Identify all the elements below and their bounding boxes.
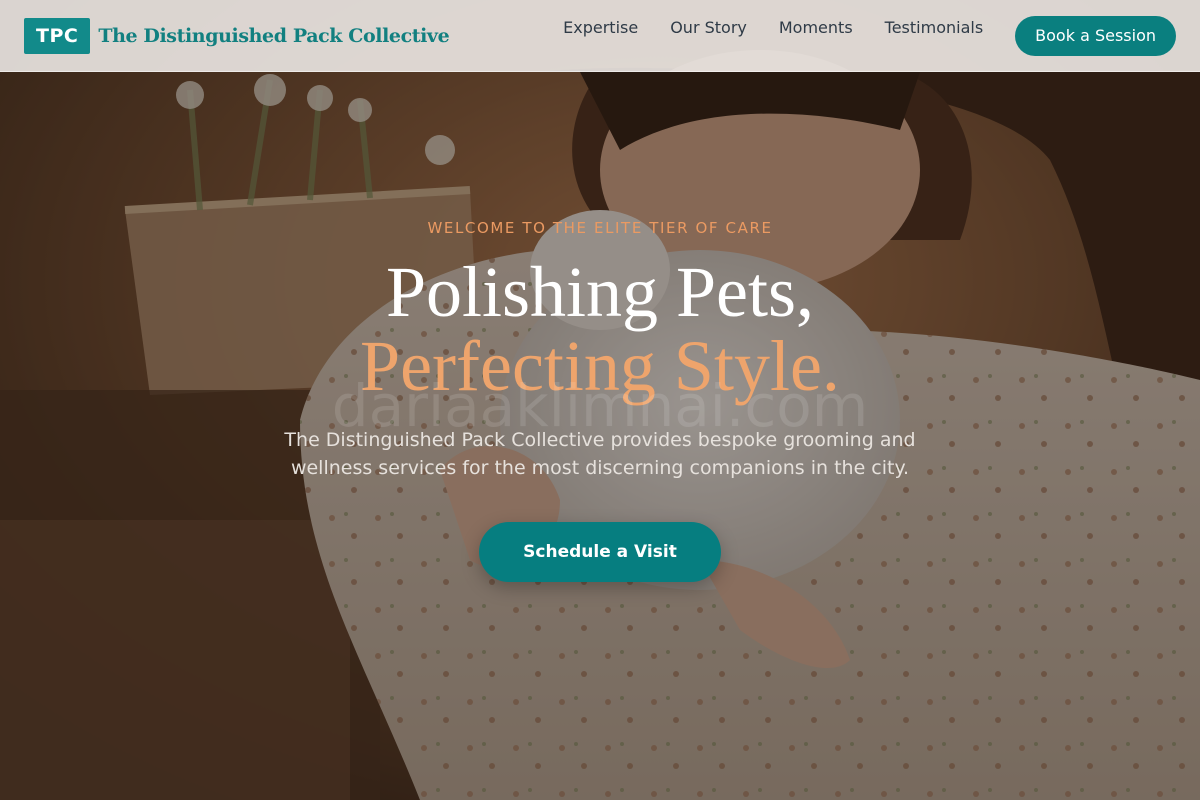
hero-description: The Distinguished Pack Collective provid… [284, 429, 916, 479]
brand-logo-link[interactable]: TPC The Distinguished Pack Collective [24, 17, 450, 54]
hero-eyebrow: WELCOME TO THE ELITE TIER OF CARE [427, 219, 773, 237]
nav-link-testimonials[interactable]: Testimonials [885, 18, 984, 37]
main-nav: Expertise Our Story Moments Testimonials [563, 18, 983, 37]
nav-link-our-story[interactable]: Our Story [670, 18, 747, 37]
nav-link-expertise[interactable]: Expertise [563, 18, 638, 37]
nav-right: Expertise Our Story Moments Testimonials… [563, 15, 1176, 56]
brand-badge: TPC [24, 17, 91, 54]
hero-content: WELCOME TO THE ELITE TIER OF CARE Polish… [0, 0, 1200, 800]
book-session-button[interactable]: Book a Session [1015, 15, 1176, 56]
headline-line-2: Perfecting Style. [360, 326, 840, 406]
hero-headline: Polishing Pets, Perfecting Style. [0, 255, 1200, 403]
nav-link-moments[interactable]: Moments [779, 18, 853, 37]
site-header: TPC The Distinguished Pack Collective Ex… [0, 0, 1200, 72]
headline-line-1: Polishing Pets, [385, 252, 815, 332]
brand-name: The Distinguished Pack Collective [98, 24, 450, 47]
schedule-visit-button[interactable]: Schedule a Visit [479, 522, 721, 582]
